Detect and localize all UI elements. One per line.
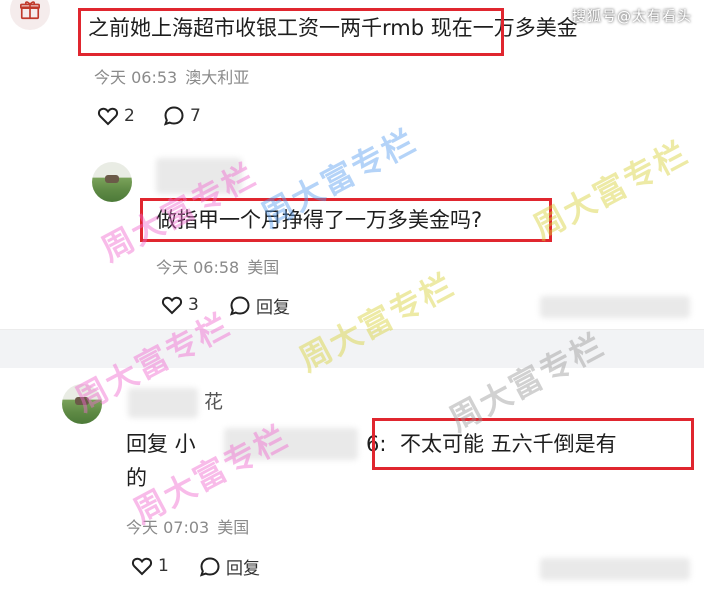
username-suffix: 花 bbox=[204, 391, 224, 413]
source-watermark: 搜狐号@太有看头 bbox=[572, 9, 692, 25]
reply-meta: 今天 06:58 美国 bbox=[156, 254, 279, 278]
gift-icon[interactable] bbox=[10, 0, 50, 30]
comment-time: 今天 06:53 bbox=[94, 68, 178, 87]
like-count: 2 bbox=[124, 106, 135, 126]
comment-bubble-icon bbox=[229, 295, 250, 316]
comment-text-prefix: 回复 小 bbox=[126, 432, 196, 456]
reply-time: 今天 06:58 bbox=[156, 258, 240, 277]
comment-location: 美国 bbox=[217, 518, 250, 537]
comment-bubble-icon bbox=[199, 556, 220, 577]
reply-count-button[interactable]: 7 bbox=[162, 104, 201, 128]
like-button[interactable]: 1 bbox=[130, 554, 169, 578]
heart-icon bbox=[161, 296, 183, 315]
reply-button[interactable]: 回复 bbox=[228, 293, 290, 318]
comment-meta: 今天 06:53 澳大利亚 bbox=[94, 64, 249, 88]
avatar[interactable] bbox=[92, 162, 132, 202]
blurred-area bbox=[540, 296, 690, 318]
reply-label: 回复 bbox=[256, 298, 290, 318]
reply-count: 7 bbox=[190, 106, 201, 126]
heart-icon bbox=[97, 107, 119, 126]
like-count: 1 bbox=[158, 556, 169, 576]
like-button[interactable]: 2 bbox=[96, 104, 135, 128]
comment-location: 澳大利亚 bbox=[185, 68, 250, 87]
reply-label: 回复 bbox=[226, 559, 260, 579]
blurred-area bbox=[540, 558, 690, 580]
heart-icon bbox=[131, 557, 153, 576]
highlight-box bbox=[372, 418, 694, 470]
reply-button[interactable]: 回复 bbox=[198, 554, 260, 579]
reply-location: 美国 bbox=[247, 258, 280, 277]
highlight-box bbox=[78, 8, 504, 56]
comment-bubble-icon bbox=[163, 106, 184, 126]
